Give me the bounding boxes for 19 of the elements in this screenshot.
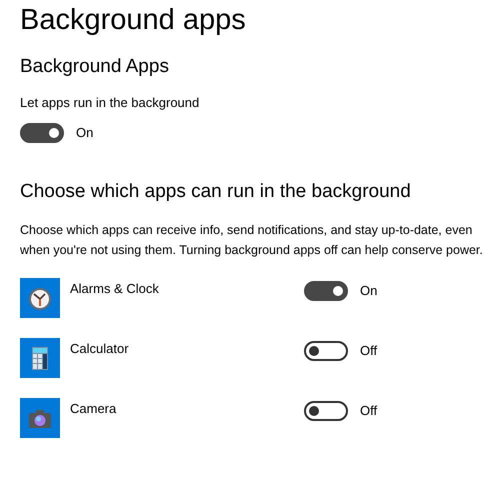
toggle-switch[interactable] (20, 123, 64, 143)
section-title: Background Apps (20, 55, 170, 79)
camera-icon (20, 398, 60, 438)
page-title: Background apps (20, 3, 247, 38)
app-name: Calculator (70, 340, 130, 358)
toggle-state: Off (360, 342, 378, 360)
toggle-state: Off (360, 402, 378, 420)
section-title: Choose which apps can run in the background (20, 180, 412, 204)
toggle-switch[interactable] (304, 341, 348, 361)
app-name: Camera (70, 400, 118, 418)
toggle-state: On (360, 282, 378, 300)
description: Choose which apps can receive info, send notifications, and stay up-to-date, even when you're not using them. Turning background apps off can help conserve power. (20, 222, 484, 259)
clock-icon (20, 278, 60, 318)
app-name: Alarms & Clock (70, 280, 160, 298)
toggle-switch[interactable] (304, 281, 348, 301)
calculator-icon (20, 338, 60, 378)
toggle-state: On (76, 124, 94, 142)
toggle-switch[interactable] (304, 401, 348, 421)
setting-label: Let apps run in the background (20, 94, 200, 112)
